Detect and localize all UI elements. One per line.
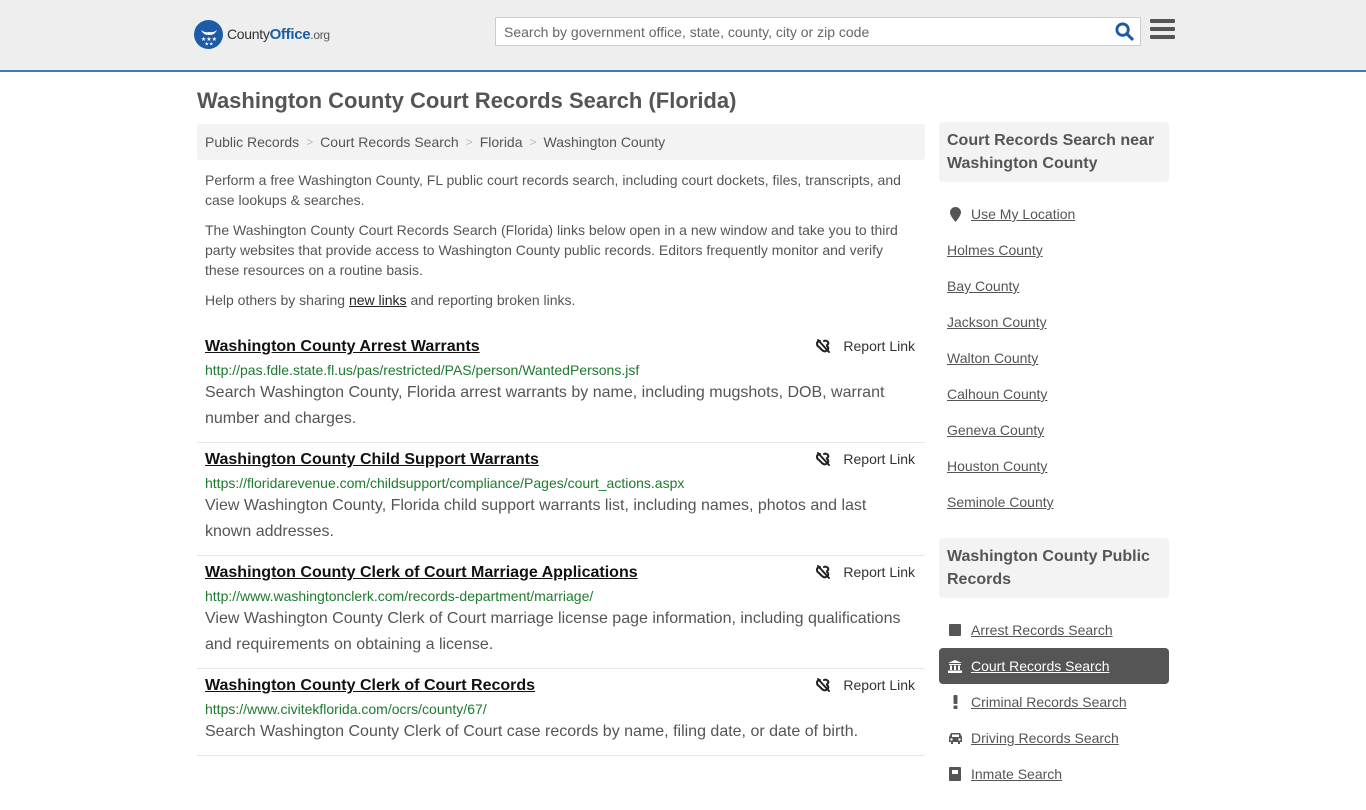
public-record-item[interactable]: Arrest Records Search: [939, 612, 1169, 648]
nearby-county-item: Seminole County: [939, 484, 1169, 520]
nearby-county-link[interactable]: Jackson County: [947, 314, 1047, 330]
result-title-link[interactable]: Washington County Child Support Warrants: [205, 449, 539, 471]
result-url: http://pas.fdle.state.fl.us/pas/restrict…: [205, 362, 640, 378]
page-title: Washington County Court Records Search (…: [197, 88, 737, 113]
logo-text-office: Office: [269, 26, 311, 43]
driving-records-link[interactable]: Driving Records Search: [971, 730, 1119, 746]
result-url: https://www.civitekflorida.com/ocrs/coun…: [205, 701, 487, 717]
hamburger-menu-icon[interactable]: [1150, 19, 1175, 41]
sidebar: Court Records Search near Washington Cou…: [939, 122, 1169, 810]
broken-link-icon: [816, 565, 831, 579]
nearby-county-item: Jackson County: [939, 304, 1169, 340]
broken-link-icon: [816, 452, 831, 466]
courthouse-icon: [947, 659, 963, 673]
nearby-county-item: Bay County: [939, 268, 1169, 304]
result-description: View Washington County Clerk of Court ma…: [205, 610, 901, 653]
use-my-location-item: Use My Location: [939, 196, 1169, 232]
logo-text-county: County: [227, 26, 270, 42]
result-url: https://floridarevenue.com/childsupport/…: [205, 475, 685, 491]
nearby-county-link[interactable]: Holmes County: [947, 242, 1043, 258]
nearby-county-item: Calhoun County: [939, 376, 1169, 412]
broken-link-icon: [816, 339, 831, 353]
intro-text-segment: and reporting broken links.: [406, 292, 576, 308]
eagle-logo-icon: ★★★ ★★: [194, 20, 223, 49]
arrest-records-link[interactable]: Arrest Records Search: [971, 622, 1113, 638]
breadcrumb: Public Records > Court Records Search > …: [197, 124, 925, 160]
intro-paragraph-3: Help others by sharing new links and rep…: [205, 290, 917, 310]
nearby-county-link[interactable]: Geneva County: [947, 422, 1044, 438]
report-link-button[interactable]: Report Link: [815, 564, 915, 580]
breadcrumb-florida[interactable]: Florida: [480, 134, 523, 150]
result-item: Washington County Clerk of Court Records…: [197, 669, 925, 756]
result-title-link[interactable]: Washington County Clerk of Court Records: [205, 675, 535, 697]
search-button[interactable]: [1108, 18, 1140, 45]
nearby-county-link[interactable]: Houston County: [947, 458, 1047, 474]
result-item: Washington County Clerk of Court Marriag…: [197, 556, 925, 669]
results-list: Washington County Arrest Warrants Report…: [197, 330, 925, 756]
nearby-counties-list: Use My Location Holmes County Bay County…: [939, 196, 1169, 520]
result-title-link[interactable]: Washington County Clerk of Court Marriag…: [205, 562, 638, 584]
breadcrumb-washington-county[interactable]: Washington County: [544, 134, 666, 150]
public-record-item[interactable]: Driving Records Search: [939, 720, 1169, 756]
report-link-button[interactable]: Report Link: [815, 451, 915, 467]
nearby-county-item: Geneva County: [939, 412, 1169, 448]
site-logo[interactable]: ★★★ ★★ CountyOffice.org: [194, 20, 330, 49]
search-input[interactable]: [496, 23, 1108, 40]
public-record-item-active[interactable]: Court Records Search: [939, 648, 1169, 684]
svg-text:★★: ★★: [204, 41, 213, 46]
inmate-icon: [947, 767, 963, 781]
intro-paragraph-1: Perform a free Washington County, FL pub…: [205, 172, 901, 208]
intro-paragraph-2: The Washington County Court Records Sear…: [205, 222, 898, 278]
result-item: Washington County Arrest Warrants Report…: [197, 330, 925, 443]
nearby-county-item: Holmes County: [939, 232, 1169, 268]
report-link-label: Report Link: [843, 338, 915, 354]
breadcrumb-separator: >: [529, 135, 537, 149]
public-records-list: Arrest Records Search Court Records Sear…: [939, 612, 1169, 792]
nearby-county-link[interactable]: Calhoun County: [947, 386, 1047, 402]
intro-text-segment: Help others by sharing: [205, 292, 349, 308]
main-content: Public Records > Court Records Search > …: [197, 124, 925, 756]
criminal-records-link[interactable]: Criminal Records Search: [971, 694, 1127, 710]
breadcrumb-separator: >: [306, 135, 314, 149]
nearby-heading: Court Records Search near Washington Cou…: [939, 122, 1169, 182]
site-header: ★★★ ★★ CountyOffice.org: [0, 0, 1366, 72]
new-links-link[interactable]: new links: [349, 292, 407, 308]
intro-text: Perform a free Washington County, FL pub…: [197, 170, 925, 310]
public-record-item[interactable]: Criminal Records Search: [939, 684, 1169, 720]
car-icon: [947, 732, 963, 744]
report-link-label: Report Link: [843, 677, 915, 693]
logo-wordmark: CountyOffice.org: [227, 26, 330, 43]
court-records-link[interactable]: Court Records Search: [971, 658, 1110, 674]
nearby-county-link[interactable]: Bay County: [947, 278, 1019, 294]
exclamation-icon: [947, 695, 963, 709]
report-link-label: Report Link: [843, 451, 915, 467]
broken-link-icon: [816, 678, 831, 692]
inmate-search-link[interactable]: Inmate Search: [971, 766, 1062, 782]
nearby-county-item: Houston County: [939, 448, 1169, 484]
nearby-county-item: Walton County: [939, 340, 1169, 376]
report-link-label: Report Link: [843, 564, 915, 580]
result-url: http://www.washingtonclerk.com/records-d…: [205, 588, 594, 604]
result-description: Search Washington County, Florida arrest…: [205, 384, 885, 427]
result-item: Washington County Child Support Warrants…: [197, 443, 925, 556]
square-icon: [947, 624, 963, 636]
search-icon: [1114, 22, 1134, 41]
nearby-county-link[interactable]: Walton County: [947, 350, 1038, 366]
result-title-link[interactable]: Washington County Arrest Warrants: [205, 336, 480, 358]
public-record-item[interactable]: Inmate Search: [939, 756, 1169, 792]
map-marker-icon: [947, 206, 963, 222]
result-description: View Washington County, Florida child su…: [205, 497, 867, 540]
public-records-heading: Washington County Public Records: [939, 538, 1169, 598]
report-link-button[interactable]: Report Link: [815, 338, 915, 354]
use-my-location-link[interactable]: Use My Location: [971, 206, 1075, 222]
breadcrumb-separator: >: [465, 135, 473, 149]
report-link-button[interactable]: Report Link: [815, 677, 915, 693]
breadcrumb-public-records[interactable]: Public Records: [205, 134, 299, 150]
logo-text-org: .org: [310, 28, 330, 42]
nearby-county-link[interactable]: Seminole County: [947, 494, 1054, 510]
search-bar: [495, 17, 1141, 46]
breadcrumb-court-records-search[interactable]: Court Records Search: [320, 134, 459, 150]
result-description: Search Washington County Clerk of Court …: [205, 723, 859, 740]
